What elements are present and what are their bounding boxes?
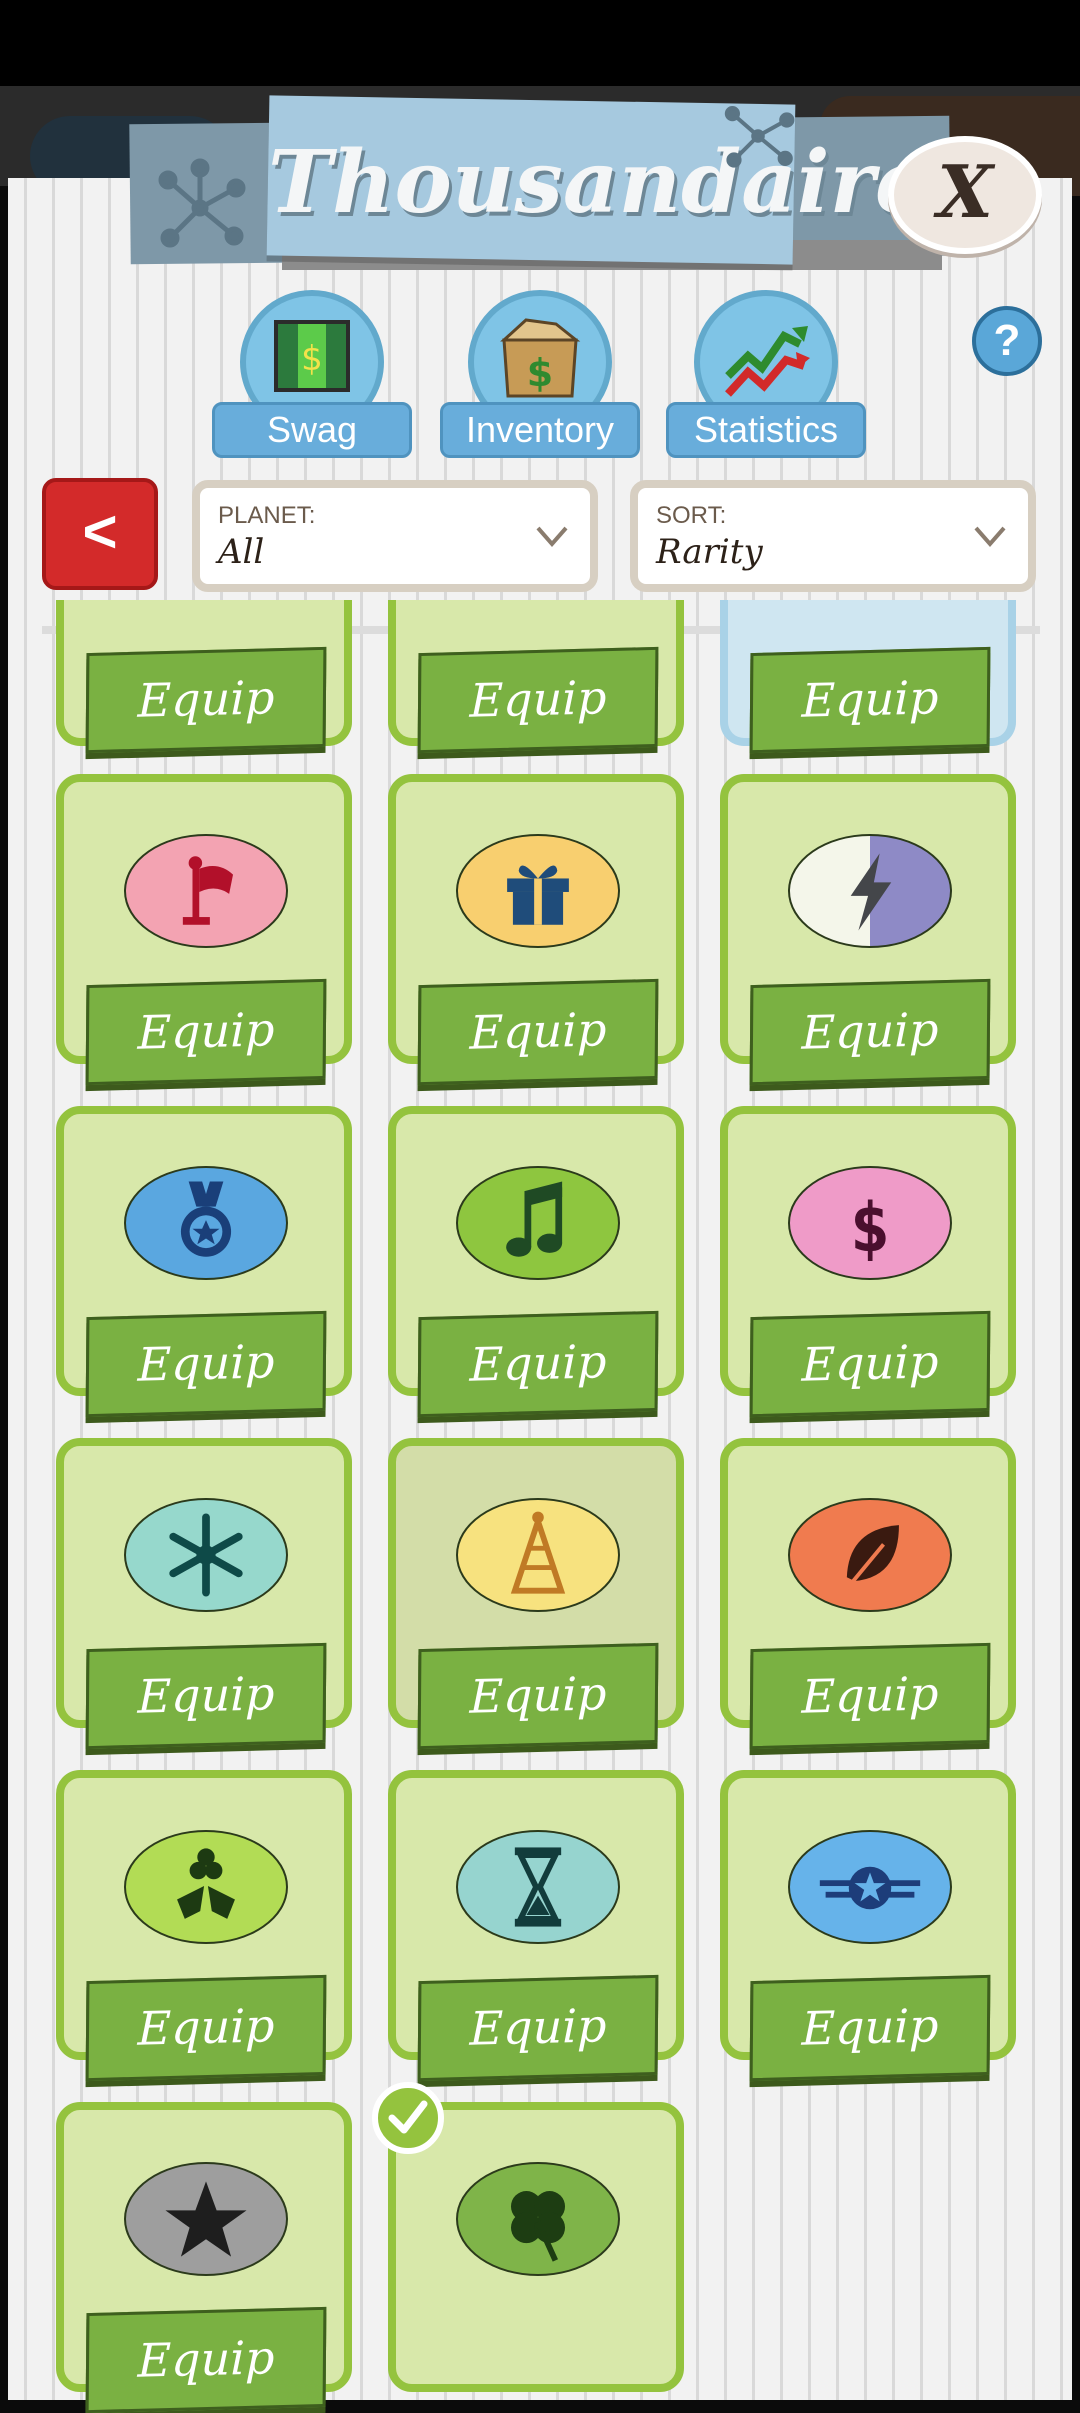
hourglass-icon bbox=[456, 1830, 620, 1944]
wings-star-icon bbox=[788, 1830, 952, 1944]
medal-icon bbox=[124, 1166, 288, 1280]
items-grid: Equip Equip Equip Equip Equip Equip Equi… bbox=[0, 0, 1080, 2413]
holly-icon bbox=[124, 1830, 288, 1944]
equip-button[interactable]: Equip bbox=[749, 1974, 991, 2082]
snowflake-icon bbox=[124, 1498, 288, 1612]
flag-icon bbox=[124, 834, 288, 948]
equip-button[interactable]: Equip bbox=[85, 2306, 327, 2413]
svg-text:$: $ bbox=[850, 1188, 891, 1267]
leaf-icon bbox=[788, 1498, 952, 1612]
party-hat-icon bbox=[456, 1498, 620, 1612]
equip-button[interactable]: Equip bbox=[85, 1310, 327, 1418]
dollar-icon: $ bbox=[788, 1166, 952, 1280]
item-card-equipped[interactable] bbox=[388, 2102, 684, 2392]
equip-button[interactable]: Equip bbox=[749, 1642, 991, 1750]
star-icon bbox=[124, 2162, 288, 2276]
equip-button[interactable]: Equip bbox=[749, 1310, 991, 1418]
equip-button[interactable]: Equip bbox=[417, 1974, 659, 2082]
equip-button[interactable]: Equip bbox=[417, 1310, 659, 1418]
equip-button[interactable]: Equip bbox=[749, 646, 991, 754]
equip-button[interactable]: Equip bbox=[417, 646, 659, 754]
equip-button[interactable]: Equip bbox=[85, 1642, 327, 1750]
equip-button[interactable]: Equip bbox=[417, 978, 659, 1086]
equipped-check-icon bbox=[372, 2082, 444, 2154]
equip-button[interactable]: Equip bbox=[85, 1974, 327, 2082]
gift-icon bbox=[456, 834, 620, 948]
clover-icon bbox=[456, 2162, 620, 2276]
lightning-icon bbox=[788, 834, 952, 948]
equip-button[interactable]: Equip bbox=[85, 978, 327, 1086]
music-note-icon bbox=[456, 1166, 620, 1280]
equip-button[interactable]: Equip bbox=[417, 1642, 659, 1750]
equip-button[interactable]: Equip bbox=[749, 978, 991, 1086]
equip-button[interactable]: Equip bbox=[85, 646, 327, 754]
